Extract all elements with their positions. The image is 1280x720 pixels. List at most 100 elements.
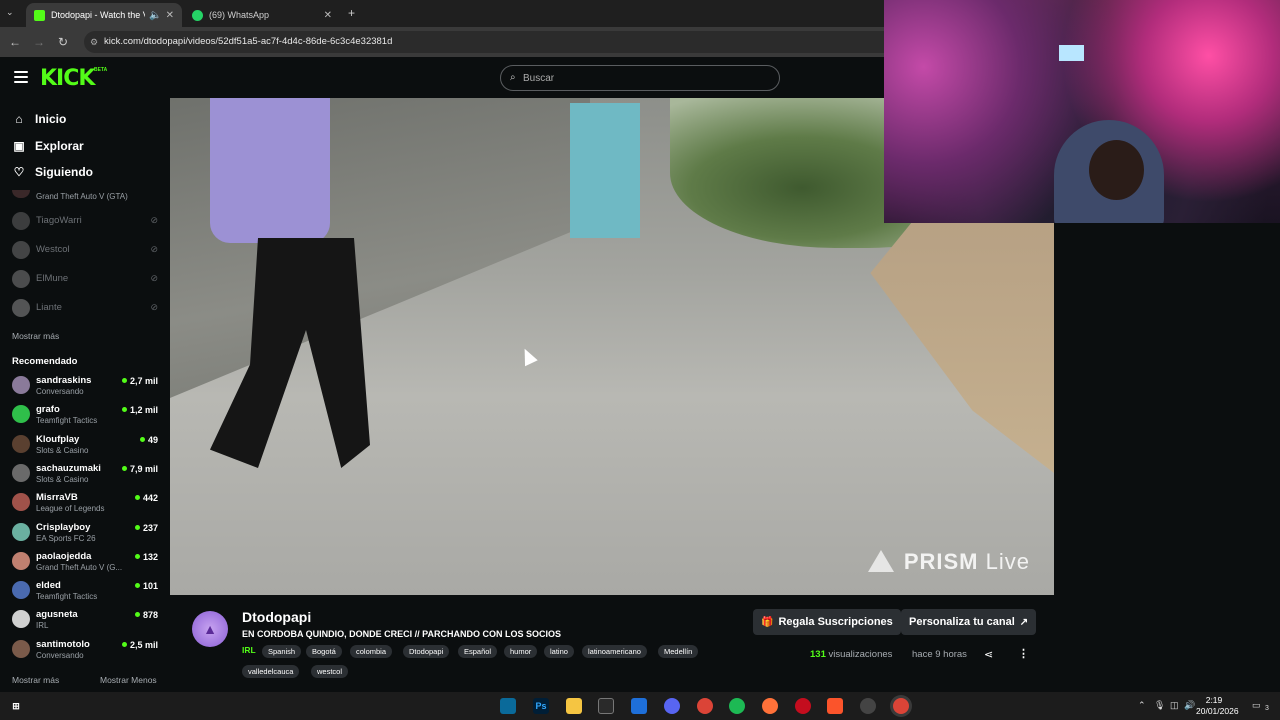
recommended-channel[interactable]: Crisplayboy EA Sports FC 26 237	[12, 521, 162, 550]
chrome-active-icon[interactable]	[893, 698, 909, 714]
chrome-icon[interactable]	[697, 698, 713, 714]
channel-name: Liante	[36, 302, 62, 313]
home-icon: ⌂	[15, 112, 23, 126]
streamer-name[interactable]: Dtodopapi	[242, 609, 311, 625]
recommended-channel[interactable]: elded Teamfight Tactics 101	[12, 579, 162, 608]
viewer-count: 7,9 mil	[122, 464, 158, 474]
recommended-channel[interactable]: MisrraVB League of Legends 442	[12, 491, 162, 520]
url-bar[interactable]: ⚙ kick.com/dtodopapi/videos/52df51a5-ac7…	[84, 31, 884, 53]
site-info-icon[interactable]: ⚙	[90, 31, 98, 53]
recommended-channel[interactable]: grafo Teamfight Tactics 1,2 mil	[12, 403, 162, 432]
recommended-channel[interactable]: sandraskins Conversando 2,7 mil	[12, 374, 162, 403]
category-link[interactable]: IRL	[242, 645, 256, 655]
following-channel[interactable]: Liante ⊘	[12, 297, 162, 326]
kick-logo[interactable]: KICK	[40, 66, 95, 91]
avatar	[12, 463, 30, 482]
streamer-avatar[interactable]: ▲	[192, 611, 228, 647]
spotify-icon[interactable]	[729, 698, 745, 714]
back-button[interactable]: ←	[8, 35, 22, 49]
more-options-icon[interactable]: ⋮	[1018, 647, 1029, 660]
firefox-icon[interactable]	[762, 698, 778, 714]
brave-icon[interactable]	[827, 698, 843, 714]
webcam-scene-head	[1089, 140, 1144, 200]
tab-whatsapp[interactable]: (69) WhatsApp ✕	[184, 3, 340, 27]
gift-subscriptions-button[interactable]: 🎁 Regala Suscripciones	[753, 609, 901, 635]
stream-tag[interactable]: colombia	[350, 645, 393, 658]
browser-tab-bar: ⌄ Dtodopapi - Watch the VOD 🔈 ✕ (69) Wha…	[0, 0, 884, 27]
stream-tag[interactable]: Bogotá	[306, 645, 342, 658]
channel-category: Teamfight Tactics	[36, 592, 98, 602]
tab-title: (69) WhatsApp	[209, 10, 270, 20]
notification-icon[interactable]: ▭	[1252, 700, 1261, 711]
reload-button[interactable]: ↻	[56, 35, 70, 49]
network-icon[interactable]: ◫	[1170, 700, 1179, 711]
nav-label: Siguiendo	[35, 165, 93, 179]
audio-icon[interactable]: 🔈	[149, 10, 161, 21]
recommended-channel[interactable]: agusneta IRL 878	[12, 608, 162, 637]
stream-tag[interactable]: Medellín	[658, 645, 699, 658]
mail-icon[interactable]	[631, 698, 647, 714]
search-box[interactable]: ⌕	[500, 65, 780, 91]
file-explorer-icon[interactable]	[566, 698, 582, 714]
show-more-following-link[interactable]: Mostrar más	[12, 331, 59, 341]
search-input[interactable]	[523, 70, 763, 86]
new-tab-button[interactable]: +	[348, 6, 355, 20]
nav-home[interactable]: ⌂ Inicio	[12, 109, 66, 129]
recommended-channel[interactable]: Kloufplay Slots & Casino 49	[12, 433, 162, 462]
customize-channel-button[interactable]: Personaliza tu canal ↗	[901, 609, 1037, 635]
show-more-recommended-link[interactable]: Mostrar más	[12, 675, 59, 685]
channel-name: elded	[36, 580, 61, 592]
volume-icon[interactable]: 🔊	[1184, 700, 1195, 711]
tab-list-icon[interactable]: ⌄	[6, 7, 14, 18]
channel-name: Westcol	[36, 244, 70, 255]
search-icon: ⌕	[510, 72, 516, 83]
microphone-icon[interactable]: 🎙	[1154, 700, 1165, 711]
clock[interactable]: 2:19 20/01/2026	[1196, 695, 1239, 717]
webcam-scene-screen	[1059, 45, 1084, 61]
stream-tag[interactable]: Español	[458, 645, 498, 658]
close-icon[interactable]: ✕	[324, 10, 332, 21]
tab-kick[interactable]: Dtodopapi - Watch the VOD 🔈 ✕	[26, 3, 182, 27]
site-header: KICK BETA ⌕	[0, 57, 884, 98]
store-icon[interactable]	[598, 698, 614, 714]
nav-following[interactable]: ♡ Siguiendo	[12, 162, 93, 182]
tab-title: Dtodopapi - Watch the VOD	[51, 10, 145, 20]
channel-name: MisrraVB	[36, 492, 78, 504]
share-icon[interactable]: ⋖	[984, 648, 993, 661]
menu-icon[interactable]	[14, 71, 28, 83]
stream-tag[interactable]: Spanish	[262, 645, 302, 658]
stream-tag[interactable]: valledelcauca	[242, 665, 300, 678]
show-less-link[interactable]: Mostrar Menos	[100, 675, 157, 685]
button-label: Personaliza tu canal	[909, 616, 1015, 628]
discord-icon[interactable]	[664, 698, 680, 714]
stream-tag[interactable]: latino	[544, 645, 574, 658]
obs-icon[interactable]	[860, 698, 876, 714]
button-label: Regala Suscripciones	[778, 616, 893, 628]
webcam-overlay	[884, 0, 1280, 223]
following-channel[interactable]: ElMune ⊘	[12, 268, 162, 297]
windows-start-icon[interactable]: ⊞	[8, 698, 24, 714]
forward-button[interactable]: →	[32, 35, 46, 49]
browser-toolbar: ← → ↻ ⚙ kick.com/dtodopapi/videos/52df51…	[0, 27, 884, 57]
opera-icon[interactable]	[795, 698, 811, 714]
heart-icon: ♡	[13, 165, 25, 179]
app-icon[interactable]	[500, 698, 516, 714]
tray-chevron-icon[interactable]: ⌃	[1138, 700, 1146, 711]
stream-tag[interactable]: Dtodopapi	[403, 645, 450, 658]
close-icon[interactable]: ✕	[166, 10, 174, 21]
stream-tag[interactable]: humor	[504, 645, 538, 658]
recommended-channel[interactable]: sachauzumaki Slots & Casino 7,9 mil	[12, 462, 162, 491]
upload-time: hace 9 horas	[912, 649, 967, 660]
avatar	[12, 493, 30, 512]
view-count-number: 131	[810, 649, 826, 660]
photoshop-icon[interactable]: Ps	[533, 698, 549, 714]
stream-tag[interactable]: westcol	[311, 665, 349, 678]
notifications-off-icon: ⊘	[150, 302, 158, 312]
stream-tag[interactable]: latinoamericano	[582, 645, 647, 658]
recommended-channel[interactable]: santimotolo Conversando 2,5 mil	[12, 638, 162, 667]
following-channel[interactable]: TiagoWarri ⊘	[12, 210, 162, 239]
channel-name: santimotolo	[36, 638, 90, 650]
recommended-channel[interactable]: paolaojedda Grand Theft Auto V (G... 132	[12, 550, 162, 579]
nav-explore[interactable]: ▣ Explorar	[12, 136, 83, 156]
following-channel[interactable]: Westcol ⊘	[12, 239, 162, 268]
